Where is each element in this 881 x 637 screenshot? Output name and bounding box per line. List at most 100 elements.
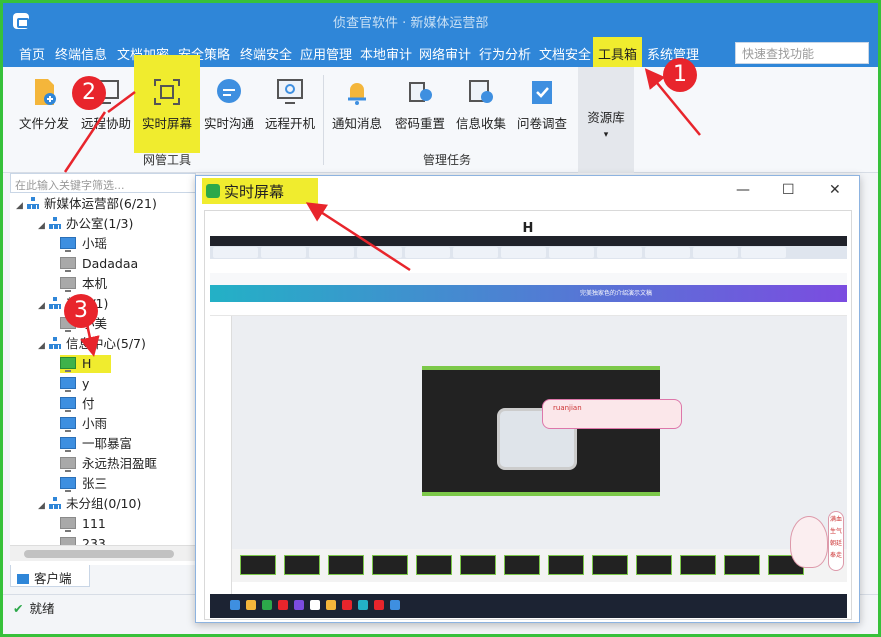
tree-device-node[interactable]: 本机 — [60, 275, 107, 293]
remote-canva-sidebar — [210, 316, 232, 606]
tree-node-label: 信息中心(5/7) — [66, 336, 146, 351]
realtime-chat-button[interactable]: 实时沟通 — [201, 73, 257, 153]
tree-node-label: 一耶暴富 — [82, 436, 133, 451]
group-manage-task-label: 管理任务 — [423, 153, 472, 167]
dropdown-arrow-icon: ▾ — [603, 130, 609, 140]
remote-mascot-tag: 满血生气朝廷奉走 — [828, 511, 844, 571]
client-tab[interactable]: 客户端 — [10, 565, 90, 587]
tree-node-label: Dadadaa — [82, 256, 139, 271]
menu-doc-security[interactable]: 文档安全 — [539, 44, 591, 63]
quick-search-input[interactable]: 快速查找功能 — [735, 42, 869, 64]
expand-toggle-icon[interactable]: ◢ — [38, 497, 48, 515]
tree-group-node[interactable]: ◢ 新媒体运营部(6/21) — [16, 195, 157, 213]
monitor-icon — [60, 437, 76, 452]
expand-toggle-icon[interactable]: ◢ — [38, 217, 48, 235]
tree-node-label: y — [82, 376, 90, 391]
ribbon-toolbar: 文件分发 远程协助 实时屏幕 实时沟通 远程开机 网管工具 通知消息 密码重置 … — [3, 55, 878, 173]
tree-device-node[interactable]: H — [60, 355, 112, 373]
menu-local-audit[interactable]: 本地审计 — [360, 44, 412, 63]
tree-device-node[interactable]: 小瑶 — [60, 235, 107, 253]
tree-node-label: 小瑶 — [82, 236, 108, 251]
tree-node-label: H — [82, 356, 92, 371]
monitor-icon — [60, 417, 76, 432]
menu-terminal-info[interactable]: 终端信息 — [55, 44, 107, 63]
monitor-icon — [60, 517, 76, 532]
realtime-screen-window: 实时屏幕 — ☐ ✕ H 完美独家色的介绍演示文稿 ruanjian 满血生气朝… — [195, 175, 860, 623]
expand-toggle-icon[interactable]: ◢ — [16, 197, 26, 215]
tree-group-node[interactable]: ◢ 信息中心(5/7) — [38, 335, 146, 353]
file-distribute-button[interactable]: 文件分发 — [13, 73, 75, 153]
resource-library-button[interactable]: 资源库 ▾ — [578, 67, 634, 173]
remote-canva-toolbar — [210, 302, 847, 316]
monitor-icon — [60, 277, 76, 292]
remote-boot-button[interactable]: 远程开机 — [261, 73, 319, 153]
tree-filter-input[interactable]: 在此输入关键字筛选... — [10, 173, 196, 193]
remote-canva-footer — [232, 582, 847, 594]
password-reset-button[interactable]: 密码重置 — [391, 73, 449, 153]
realtime-screen-label: 实时屏幕 — [141, 116, 192, 131]
tree-node-label: 永远热泪盈眶 — [82, 456, 158, 471]
info-collect-button[interactable]: 信息收集 — [452, 73, 510, 153]
tree-group-node[interactable]: ◢ 办公室(1/3) — [38, 215, 133, 233]
tree-device-node[interactable]: 付 — [60, 395, 95, 413]
tree-node-label: 新媒体运营部(6/21) — [44, 196, 157, 211]
tree-device-node[interactable]: 张三 — [60, 475, 107, 493]
expand-toggle-icon[interactable]: ◢ — [38, 297, 48, 315]
menu-behavior-analysis[interactable]: 行为分析 — [479, 44, 531, 63]
close-icon[interactable]: ✕ — [829, 182, 841, 198]
menu-toolbox[interactable]: 工具箱 — [593, 37, 643, 67]
screen-capture-icon — [154, 79, 180, 105]
tree-node-label: 张三 — [82, 476, 108, 491]
menu-terminal-security[interactable]: 终端安全 — [240, 44, 292, 63]
tree-device-node[interactable]: Dadadaa — [60, 255, 138, 273]
remote-slide — [422, 366, 660, 496]
file-distribute-icon — [35, 79, 56, 105]
remote-screen-view[interactable]: 完美独家色的介绍演示文稿 ruanjian 满血生气朝廷奉走 — [210, 236, 847, 618]
notify-message-button[interactable]: 通知消息 — [328, 73, 386, 153]
menu-network-audit[interactable]: 网络审计 — [419, 44, 471, 63]
menu-home[interactable]: 首页 — [19, 44, 45, 63]
remote-assist-label: 远程协助 — [80, 116, 131, 131]
remote-canva-title: 完美独家色的介绍演示文稿 — [580, 290, 653, 297]
remote-host-name: H — [522, 221, 534, 236]
info-collect-label: 信息收集 — [455, 116, 506, 131]
info-collect-icon — [469, 80, 493, 103]
realtime-screen-title: 实时屏幕 — [224, 183, 285, 201]
realtime-screen-titlebar[interactable]: 实时屏幕 — ☐ ✕ — [196, 176, 859, 206]
monitor-icon — [60, 397, 76, 412]
scrollbar-thumb[interactable] — [24, 550, 174, 558]
realtime-screen-button[interactable]: 实时屏幕 — [134, 55, 200, 153]
minimize-icon[interactable]: — — [736, 182, 750, 198]
tree-device-node[interactable]: 永远热泪盈眶 — [60, 455, 157, 473]
tree-group-node[interactable]: ◢ 未分组(0/10) — [38, 495, 141, 513]
tree-device-node[interactable]: y — [60, 375, 89, 393]
monitor-icon — [60, 237, 76, 252]
monitor-icon — [60, 377, 76, 392]
tree-horizontal-scrollbar[interactable] — [10, 545, 196, 561]
tree-device-node[interactable]: 小雨 — [60, 415, 107, 433]
tree-node-label: 办公室(1/3) — [66, 216, 134, 231]
callout-1: 1 — [663, 58, 697, 92]
maximize-icon[interactable]: ☐ — [782, 182, 795, 198]
ribbon-separator — [323, 75, 324, 165]
clipboard-check-icon — [532, 81, 552, 104]
remote-ime-text: ruanjian — [553, 404, 582, 412]
title-bar: 侦查官软件 · 新媒体运营部 — [3, 3, 878, 37]
tree-device-node[interactable]: 一耶暴富 — [60, 435, 132, 453]
tree-device-node[interactable]: 111 — [60, 515, 106, 533]
tree-node-label: 本机 — [82, 276, 108, 291]
remote-mascot-sticker — [790, 516, 828, 568]
password-reset-label: 密码重置 — [394, 116, 445, 131]
chat-bubble-icon — [217, 79, 241, 103]
password-key-icon — [409, 82, 432, 102]
survey-button[interactable]: 问卷调查 — [513, 73, 571, 153]
org-group-icon — [48, 337, 62, 349]
realtime-screen-content: H 完美独家色的介绍演示文稿 ruanjian 满血生气朝廷奉走 — [204, 210, 852, 620]
monitor-icon — [60, 257, 76, 272]
menu-app-management[interactable]: 应用管理 — [300, 44, 352, 63]
file-distribute-label: 文件分发 — [18, 116, 69, 131]
client-monitor-icon — [17, 574, 29, 584]
notify-message-label: 通知消息 — [331, 116, 382, 131]
expand-toggle-icon[interactable]: ◢ — [38, 337, 48, 355]
remote-slide-thumbnails — [232, 549, 847, 582]
